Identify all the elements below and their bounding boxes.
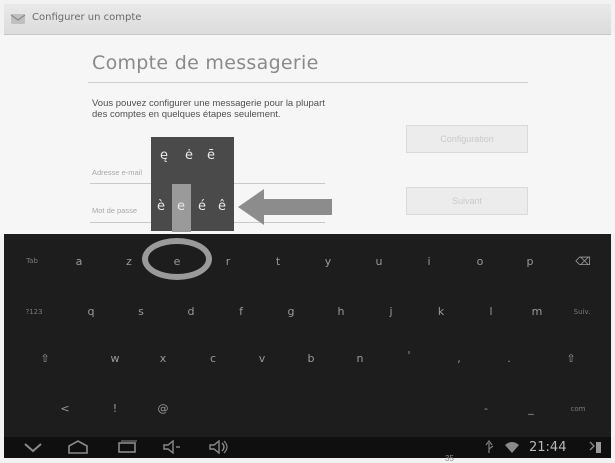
backspace-key[interactable]: ⌫ <box>568 255 598 268</box>
next-key[interactable]: Suiv. <box>567 308 597 316</box>
next-button[interactable]: Suivant <box>406 187 528 215</box>
window-title: Configurer un compte <box>32 12 142 23</box>
arrow-key[interactable]: < <box>50 402 80 415</box>
key-d[interactable]: d <box>176 305 206 318</box>
status-time: 21:44 <box>529 440 567 455</box>
key-o[interactable]: o <box>465 255 495 268</box>
shift-key-right[interactable]: ⇧ <box>556 352 586 365</box>
accent-key[interactable]: ê <box>218 199 226 214</box>
heading-divider <box>88 82 528 83</box>
dash-key[interactable]: - <box>471 402 501 415</box>
wifi-icon <box>505 442 519 453</box>
shift-key-left[interactable]: ⇧ <box>30 352 60 365</box>
key-s[interactable]: s <box>126 305 156 318</box>
password-field[interactable]: Mot de passe <box>92 206 137 215</box>
apostrophe-key[interactable]: ' <box>394 349 424 362</box>
usb-icon <box>485 440 494 453</box>
key-v[interactable]: v <box>247 352 277 365</box>
key-l[interactable]: l <box>476 305 506 318</box>
title-bar: Configurer un compte <box>4 4 611 35</box>
accent-key[interactable]: e <box>177 199 185 214</box>
key-g[interactable]: g <box>276 305 306 318</box>
recent-apps-icon[interactable] <box>116 440 138 454</box>
accent-key[interactable]: é <box>198 199 206 214</box>
key-m[interactable]: m <box>522 305 552 318</box>
email-field[interactable]: Adresse e-mail <box>92 168 142 177</box>
key-u[interactable]: u <box>364 255 394 268</box>
pointer-arrow-icon <box>238 189 332 225</box>
home-icon[interactable] <box>66 440 90 454</box>
key-p[interactable]: p <box>515 255 545 268</box>
key-n[interactable]: n <box>345 352 375 365</box>
key-y[interactable]: y <box>313 255 343 268</box>
settings-icon <box>10 14 26 24</box>
key-k[interactable]: k <box>426 305 456 318</box>
key-b[interactable]: b <box>296 352 326 365</box>
manual-setup-button[interactable]: Configuration <box>406 125 528 153</box>
exclamation-key[interactable]: ! <box>100 402 130 415</box>
battery-icon <box>589 441 601 453</box>
system-bar: 21:44 <box>4 437 611 458</box>
volume-up-icon[interactable] <box>208 440 230 454</box>
key-x[interactable]: x <box>148 352 178 365</box>
key-r[interactable]: r <box>213 255 243 268</box>
key-q[interactable]: q <box>76 305 106 318</box>
intro-text: Vous pouvez configurer une messagerie po… <box>92 98 325 120</box>
accent-key[interactable]: ē <box>207 148 215 163</box>
at-key[interactable]: @ <box>148 402 178 415</box>
tab-key[interactable]: Tab <box>17 257 47 265</box>
highlight-circle <box>142 238 212 280</box>
back-icon[interactable] <box>22 440 44 454</box>
key-a[interactable]: a <box>64 255 94 268</box>
key-c[interactable]: c <box>198 352 228 365</box>
page-title: Compte de messagerie <box>92 52 319 74</box>
key-w[interactable]: w <box>100 352 130 365</box>
key-h[interactable]: h <box>326 305 356 318</box>
key-i[interactable]: i <box>414 255 444 268</box>
key-t[interactable]: t <box>263 255 293 268</box>
symbols-key[interactable]: ?123 <box>19 308 49 316</box>
period-key[interactable]: . <box>494 352 524 365</box>
accent-key[interactable]: ė <box>185 148 193 163</box>
comma-key[interactable]: , <box>444 352 474 365</box>
key-j[interactable]: j <box>376 305 406 318</box>
accent-key[interactable]: è <box>157 199 165 214</box>
volume-down-icon[interactable] <box>162 440 182 454</box>
key-f[interactable]: f <box>226 305 256 318</box>
accent-key[interactable]: ę <box>160 148 168 163</box>
underscore-key[interactable]: _ <box>516 402 546 415</box>
key-z[interactable]: z <box>114 255 144 268</box>
com-key[interactable]: com <box>563 405 593 413</box>
